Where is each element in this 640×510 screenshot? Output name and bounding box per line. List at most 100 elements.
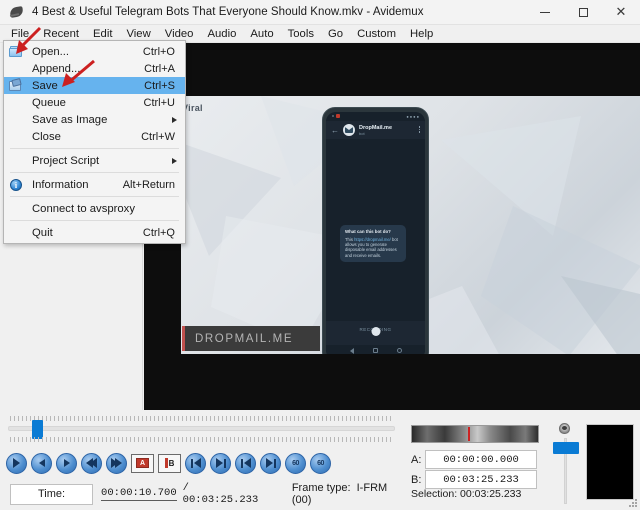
previous-keyframe-button[interactable] — [235, 453, 256, 474]
video-preview-area[interactable]: Viral ●●●● ← DropMail.me bot — [144, 43, 640, 410]
ruler-tick — [370, 416, 371, 421]
timeline-slider[interactable] — [8, 426, 395, 431]
mark-a-button[interactable]: A — [131, 454, 154, 473]
ruler-tick — [262, 437, 263, 442]
ruler-tick — [70, 416, 71, 421]
nav-back-icon[interactable] — [350, 348, 354, 354]
mark-b-button[interactable]: B — [158, 454, 181, 473]
ruler-tick — [10, 416, 11, 421]
marker-b-field[interactable]: 00:03:25.233 — [425, 470, 537, 489]
menu-item-connect-avsproxy[interactable]: Connect to avsproxy — [4, 200, 185, 217]
menu-item-information-shortcut: Alt+Return — [123, 179, 175, 191]
menu-item-close-shortcut: Ctrl+W — [141, 131, 175, 143]
mic-icon — [371, 327, 380, 336]
ruler-tick — [286, 437, 287, 442]
ruler-tick — [90, 416, 91, 421]
overflow-menu-icon[interactable] — [419, 126, 421, 133]
menu-separator — [10, 148, 179, 149]
menu-item-information-label: Information — [32, 179, 89, 191]
back-arrow-icon[interactable]: ← — [331, 126, 339, 135]
ruler-tick — [22, 416, 23, 421]
ruler-tick — [182, 437, 183, 442]
ruler-tick — [254, 437, 255, 442]
banner-accent — [182, 326, 185, 351]
annotation-arrow-save — [48, 58, 98, 88]
ruler-tick — [338, 416, 339, 421]
menu-go[interactable]: Go — [321, 26, 350, 42]
menu-auto[interactable]: Auto — [243, 26, 280, 42]
menu-item-close[interactable]: Close Ctrl+W — [4, 128, 185, 145]
menu-item-quit-shortcut: Ctrl+Q — [143, 227, 175, 239]
nav-recents-icon[interactable] — [397, 348, 402, 353]
next-frame-button[interactable] — [56, 453, 77, 474]
timeline-ruler-top — [9, 416, 394, 423]
menu-item-save-as-image[interactable]: Save as Image — [4, 111, 185, 128]
forward-60-button[interactable]: 60 — [310, 453, 331, 474]
ruler-tick — [18, 416, 19, 421]
maximize-button[interactable] — [564, 0, 602, 25]
go-to-marker-a-button[interactable] — [185, 453, 206, 474]
ruler-tick — [214, 437, 215, 442]
ruler-tick — [126, 416, 127, 421]
ruler-tick — [10, 437, 11, 442]
ruler-tick — [186, 437, 187, 442]
ruler-tick — [106, 416, 107, 421]
resize-grip[interactable] — [629, 499, 638, 508]
forward-button[interactable] — [106, 453, 127, 474]
ruler-tick — [290, 416, 291, 421]
back-60-button[interactable]: 60 — [285, 453, 306, 474]
ruler-tick — [238, 416, 239, 421]
volume-thumb[interactable] — [553, 442, 579, 454]
marker-a-field[interactable]: 00:00:00.000 — [425, 450, 537, 469]
menu-custom[interactable]: Custom — [350, 26, 403, 42]
go-to-marker-b-button[interactable] — [210, 453, 231, 474]
nav-home-icon[interactable] — [373, 348, 378, 353]
navigation-strip[interactable] — [411, 425, 539, 443]
next-keyframe-button[interactable] — [260, 453, 281, 474]
ruler-tick — [298, 437, 299, 442]
minimize-button[interactable] — [526, 0, 564, 25]
ruler-tick — [234, 437, 235, 442]
ruler-tick — [66, 437, 67, 442]
ruler-tick — [150, 416, 151, 421]
previous-frame-button[interactable] — [31, 453, 52, 474]
ruler-tick — [158, 437, 159, 442]
status-row: Time: 00:00:10.700 / 00:03:25.233 Frame … — [10, 482, 403, 506]
ruler-tick — [290, 437, 291, 442]
ruler-tick — [214, 416, 215, 421]
ruler-tick — [50, 437, 51, 442]
ruler-tick — [310, 416, 311, 421]
menu-help[interactable]: Help — [403, 26, 440, 42]
close-button[interactable]: ✕ — [602, 0, 640, 25]
mark-b-label: B — [169, 459, 175, 468]
ruler-tick — [322, 437, 323, 442]
volume-control[interactable] — [551, 422, 579, 506]
menu-tools[interactable]: Tools — [281, 26, 321, 42]
ruler-tick — [166, 416, 167, 421]
ruler-tick — [246, 437, 247, 442]
app-logo-icon — [9, 4, 25, 20]
menu-item-project-script[interactable]: Project Script — [4, 152, 185, 169]
time-label: Time: — [10, 484, 93, 505]
play-button[interactable] — [6, 453, 27, 474]
ruler-tick — [366, 437, 367, 442]
ruler-tick — [242, 416, 243, 421]
menu-item-quit[interactable]: Quit Ctrl+Q — [4, 224, 185, 241]
ruler-tick — [230, 437, 231, 442]
phone-screen: ●●●● ← DropMail.me bot What can this — [326, 112, 425, 354]
ruler-tick — [226, 437, 227, 442]
ruler-tick — [162, 416, 163, 421]
rewind-button[interactable] — [81, 453, 102, 474]
speaker-icon[interactable] — [557, 422, 572, 435]
phone-mockup: ●●●● ← DropMail.me bot What can this — [322, 107, 429, 354]
ruler-tick — [282, 437, 283, 442]
ruler-tick — [18, 437, 19, 442]
ruler-tick — [362, 416, 363, 421]
timeline-ruler-bottom — [9, 437, 394, 444]
menu-audio[interactable]: Audio — [200, 26, 243, 42]
time-current[interactable]: 00:00:10.700 — [101, 487, 177, 501]
ruler-tick — [142, 416, 143, 421]
menu-item-queue[interactable]: Queue Ctrl+U — [4, 94, 185, 111]
menu-item-information[interactable]: i Information Alt+Return — [4, 176, 185, 193]
ruler-tick — [314, 437, 315, 442]
